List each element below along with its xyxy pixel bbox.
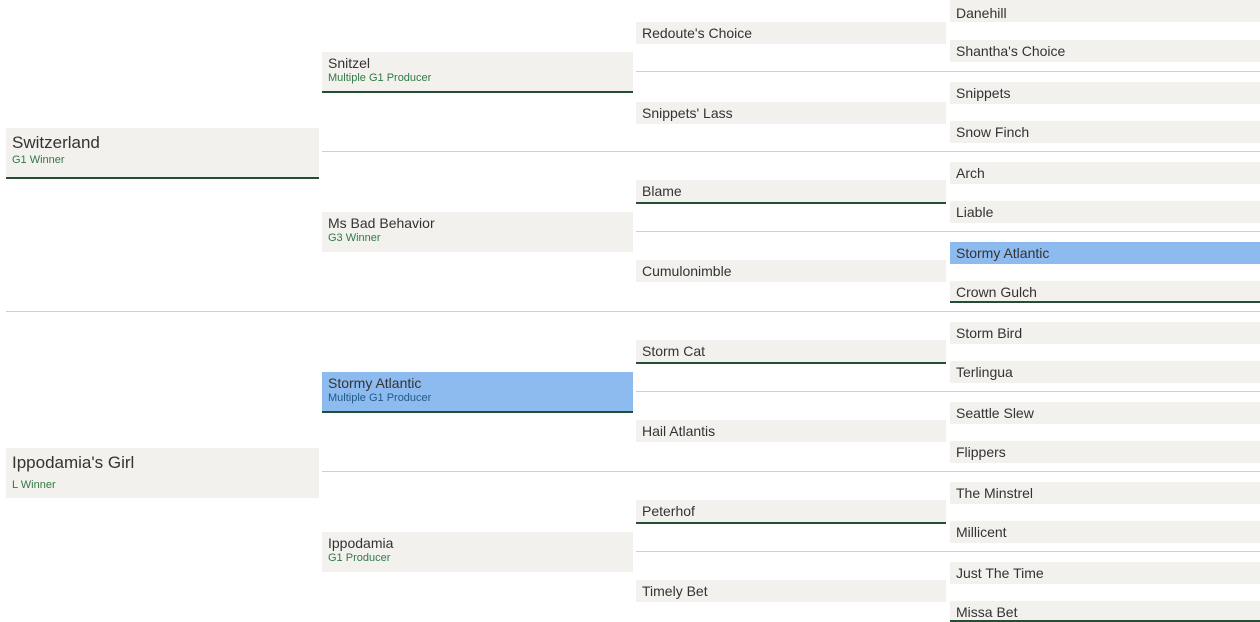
horse-sire[interactable]: Switzerland G1 Winner bbox=[6, 128, 319, 179]
horse-name: Snippets' Lass bbox=[642, 105, 733, 121]
horse-status: G1 Winner bbox=[12, 154, 65, 166]
horse-name: Blame bbox=[642, 183, 682, 199]
horse-name: Redoute's Choice bbox=[642, 25, 753, 41]
horse-status: Multiple G1 Producer bbox=[328, 392, 432, 404]
horse-name: Shantha's Choice bbox=[956, 43, 1066, 59]
horse-name: Stormy Atlantic bbox=[328, 375, 422, 391]
horse-name: Snow Finch bbox=[956, 124, 1030, 140]
divider bbox=[636, 551, 1260, 552]
horse-name: Liable bbox=[956, 204, 994, 220]
horse-status: L Winner bbox=[12, 479, 56, 491]
horse-name: Hail Atlantis bbox=[642, 423, 716, 439]
divider bbox=[322, 151, 1260, 152]
horse-sire-sire[interactable]: Snitzel Multiple G1 Producer bbox=[322, 52, 633, 93]
horse-name: Cumulonimble bbox=[642, 263, 732, 279]
horse-gen4[interactable]: Flippers bbox=[950, 441, 1260, 463]
horse-gen4[interactable]: The Minstrel bbox=[950, 482, 1260, 504]
horse-name: Danehill bbox=[956, 5, 1007, 21]
horse-gen3[interactable]: Cumulonimble bbox=[636, 260, 946, 282]
horse-gen3[interactable]: Snippets' Lass bbox=[636, 102, 946, 124]
horse-gen4[interactable]: Seattle Slew bbox=[950, 402, 1260, 424]
horse-name: Snitzel bbox=[328, 55, 371, 71]
horse-gen3[interactable]: Storm Cat bbox=[636, 340, 946, 364]
horse-name: Timely Bet bbox=[642, 583, 708, 599]
horse-name: Missa Bet bbox=[956, 604, 1018, 620]
horse-name: Ippodamia bbox=[328, 535, 394, 551]
horse-name: Snippets bbox=[956, 85, 1011, 101]
horse-name: Flippers bbox=[956, 444, 1006, 460]
horse-gen3[interactable]: Blame bbox=[636, 180, 946, 204]
horse-name: Millicent bbox=[956, 524, 1007, 540]
horse-status: Multiple G1 Producer bbox=[328, 72, 432, 84]
horse-gen4[interactable]: Danehill bbox=[950, 0, 1260, 22]
horse-name: Arch bbox=[956, 165, 985, 181]
horse-gen4[interactable]: Just The Time bbox=[950, 562, 1260, 584]
pedigree-chart: Switzerland G1 Winner Ippodamia's Girl L… bbox=[0, 0, 1260, 622]
horse-name: Storm Cat bbox=[642, 343, 706, 359]
horse-name: Switzerland bbox=[12, 133, 100, 152]
horse-gen3[interactable]: Timely Bet bbox=[636, 580, 946, 602]
divider bbox=[636, 391, 1260, 392]
horse-name: Crown Gulch bbox=[956, 284, 1037, 300]
horse-name: Storm Bird bbox=[956, 325, 1023, 341]
divider bbox=[636, 71, 1260, 72]
horse-gen4[interactable]: Arch bbox=[950, 162, 1260, 184]
horse-status: G1 Producer bbox=[328, 552, 391, 564]
divider bbox=[636, 231, 1260, 232]
horse-gen4[interactable]: Snippets bbox=[950, 82, 1260, 104]
horse-gen4[interactable]: Snow Finch bbox=[950, 121, 1260, 143]
horse-gen4[interactable]: Crown Gulch bbox=[950, 281, 1260, 303]
horse-gen4[interactable]: Shantha's Choice bbox=[950, 40, 1260, 62]
horse-name: Just The Time bbox=[956, 565, 1044, 581]
horse-gen4[interactable]: Liable bbox=[950, 201, 1260, 223]
horse-name: Ippodamia's Girl bbox=[12, 453, 135, 472]
horse-gen3[interactable]: Hail Atlantis bbox=[636, 420, 946, 442]
horse-gen3[interactable]: Peterhof bbox=[636, 500, 946, 524]
horse-gen3[interactable]: Redoute's Choice bbox=[636, 22, 946, 44]
horse-dam[interactable]: Ippodamia's Girl L Winner bbox=[6, 448, 319, 498]
horse-gen4[interactable]: Millicent bbox=[950, 521, 1260, 543]
horse-gen4[interactable]: Stormy Atlantic bbox=[950, 242, 1260, 264]
horse-gen4[interactable]: Storm Bird bbox=[950, 322, 1260, 344]
horse-name: Ms Bad Behavior bbox=[328, 215, 435, 231]
horse-gen4[interactable]: Missa Bet bbox=[950, 601, 1260, 622]
divider bbox=[322, 471, 1260, 472]
horse-dam-sire[interactable]: Stormy Atlantic Multiple G1 Producer bbox=[322, 372, 633, 413]
horse-status: G3 Winner bbox=[328, 232, 381, 244]
horse-name: Peterhof bbox=[642, 503, 695, 519]
horse-dam-dam[interactable]: Ippodamia G1 Producer bbox=[322, 532, 633, 572]
divider bbox=[6, 311, 1260, 312]
horse-sire-dam[interactable]: Ms Bad Behavior G3 Winner bbox=[322, 212, 633, 252]
horse-name: Seattle Slew bbox=[956, 405, 1034, 421]
horse-name: Terlingua bbox=[956, 364, 1013, 380]
horse-name: Stormy Atlantic bbox=[956, 245, 1050, 261]
horse-name: The Minstrel bbox=[956, 485, 1034, 501]
horse-gen4[interactable]: Terlingua bbox=[950, 361, 1260, 383]
